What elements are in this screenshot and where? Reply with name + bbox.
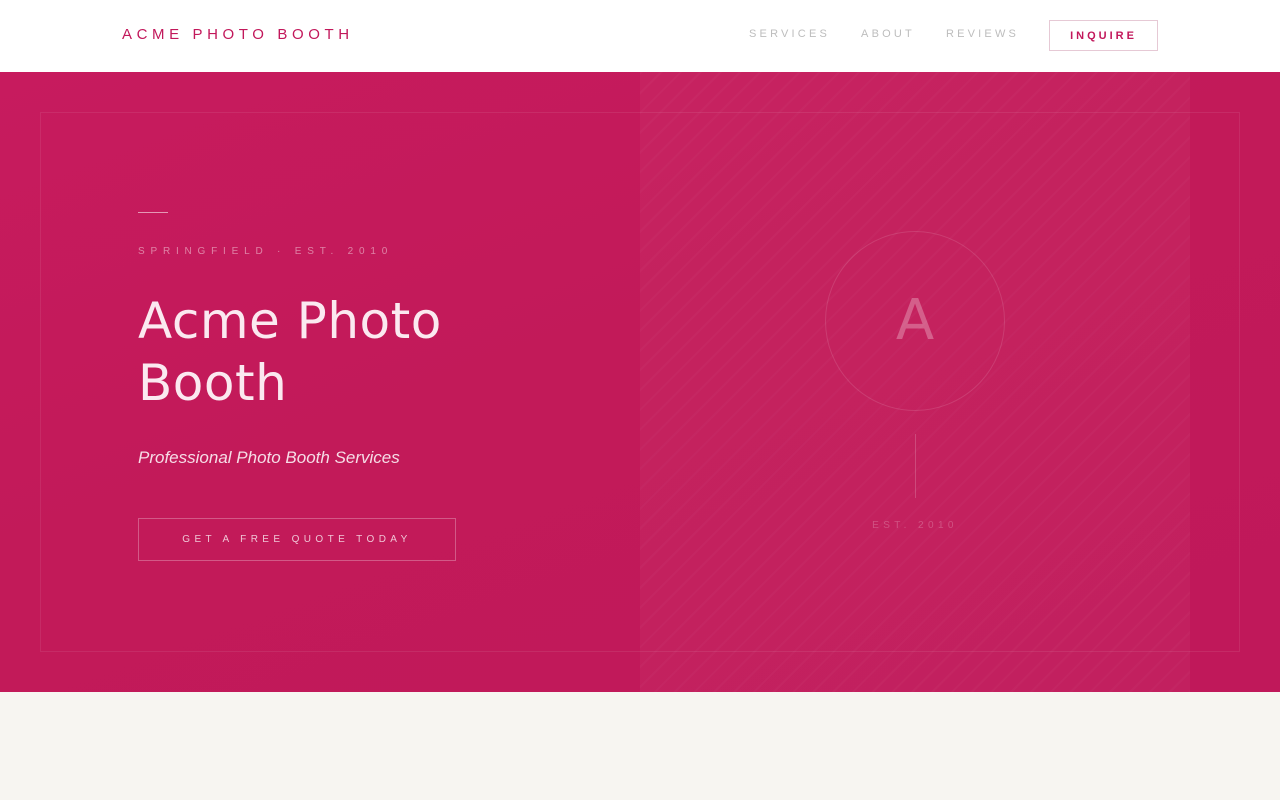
nav-links: SERVICES ABOUT REVIEWS: [749, 28, 1050, 40]
nav-link-services[interactable]: SERVICES: [749, 28, 830, 40]
navbar: ACME PHOTO BOOTH SERVICES ABOUT REVIEWS …: [0, 0, 1280, 72]
hero-section: SPRINGFIELD · EST. 2010 Acme Photo Booth…: [0, 72, 1280, 692]
inquire-button[interactable]: INQUIRE: [1049, 20, 1158, 51]
content-section: [0, 692, 1280, 800]
get-quote-button[interactable]: GET A FREE QUOTE TODAY: [138, 518, 456, 561]
nav-link-reviews[interactable]: REVIEWS: [946, 28, 1019, 40]
nav-link-about[interactable]: ABOUT: [861, 28, 915, 40]
brand-logo[interactable]: ACME PHOTO BOOTH: [122, 26, 354, 43]
hero-accent-line: [138, 212, 168, 213]
hero-subtitle: Professional Photo Booth Services: [138, 448, 400, 467]
hero-title: Acme Photo Booth: [138, 292, 442, 412]
hero-eyebrow: SPRINGFIELD · EST. 2010: [138, 246, 394, 257]
